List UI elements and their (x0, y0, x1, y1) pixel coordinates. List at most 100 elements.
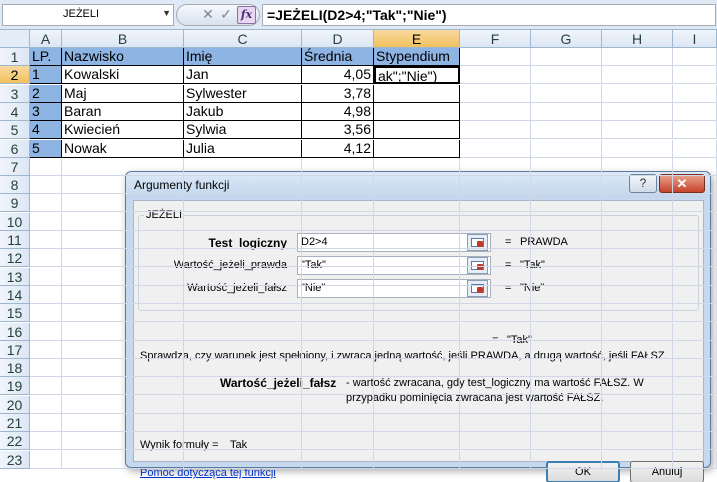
cell[interactable] (184, 359, 302, 378)
cell[interactable] (302, 322, 374, 341)
column-header-b[interactable]: B (62, 30, 184, 48)
cell[interactable] (673, 340, 717, 359)
cell[interactable] (302, 432, 374, 451)
table-cell[interactable]: 2 (30, 84, 62, 103)
cell[interactable] (673, 249, 717, 268)
cell[interactable] (460, 304, 531, 323)
cell[interactable] (460, 414, 531, 432)
cell[interactable] (602, 84, 673, 103)
row-header-8[interactable]: 8 (0, 176, 30, 195)
cell[interactable] (531, 84, 602, 103)
column-header-i[interactable]: I (673, 30, 717, 48)
cell[interactable] (460, 285, 531, 304)
cell[interactable] (531, 414, 602, 432)
table-cell[interactable]: 1 (30, 66, 62, 85)
cell[interactable] (460, 432, 531, 451)
cell[interactable] (302, 450, 374, 469)
cell[interactable] (62, 450, 184, 469)
cell[interactable] (62, 157, 184, 176)
cell[interactable] (673, 304, 717, 323)
cell[interactable] (30, 212, 62, 231)
cell[interactable] (374, 249, 460, 268)
cell[interactable] (302, 414, 374, 432)
cell[interactable] (374, 414, 460, 432)
cell[interactable] (30, 322, 62, 341)
cell[interactable] (602, 102, 673, 121)
cell[interactable] (62, 194, 184, 213)
table-cell[interactable]: Nowak (62, 139, 184, 158)
name-box[interactable]: JEŻELI ▼ (2, 4, 174, 26)
row-header-9[interactable]: 9 (0, 194, 30, 213)
cell[interactable] (374, 432, 460, 451)
cell[interactable] (531, 322, 602, 341)
table-cell[interactable] (374, 121, 460, 140)
table-header-cell[interactable]: LP. (30, 48, 62, 66)
cell[interactable] (460, 340, 531, 359)
cell[interactable] (531, 377, 602, 396)
cell[interactable] (460, 176, 531, 195)
cell[interactable] (602, 267, 673, 286)
column-header-d[interactable]: D (302, 30, 374, 48)
cell[interactable] (531, 139, 602, 158)
cell[interactable] (374, 377, 460, 396)
column-header-g[interactable]: G (531, 30, 602, 48)
cell[interactable] (673, 322, 717, 341)
row-header-16[interactable]: 16 (0, 322, 30, 341)
table-cell[interactable]: 3,56 (302, 121, 374, 140)
cell[interactable] (184, 340, 302, 359)
cell[interactable] (602, 157, 673, 176)
column-header-f[interactable]: F (460, 30, 531, 48)
cell[interactable] (374, 231, 460, 249)
column-header-a[interactable]: A (30, 30, 62, 48)
cell[interactable] (460, 139, 531, 158)
cell[interactable] (374, 157, 460, 176)
row-header-10[interactable]: 10 (0, 212, 30, 231)
cell[interactable] (30, 231, 62, 249)
cell[interactable] (460, 66, 531, 85)
cell[interactable] (531, 304, 602, 323)
cell[interactable] (374, 212, 460, 231)
table-cell[interactable]: 4,05 (302, 66, 374, 85)
cell[interactable] (602, 66, 673, 85)
cell[interactable] (302, 359, 374, 378)
cell[interactable] (602, 48, 673, 66)
cell[interactable] (602, 212, 673, 231)
cell[interactable] (62, 322, 184, 341)
cell[interactable] (673, 102, 717, 121)
cell[interactable] (460, 322, 531, 341)
cell[interactable] (531, 48, 602, 66)
cell[interactable] (184, 395, 302, 414)
column-header-e[interactable]: E (374, 30, 460, 48)
cell[interactable] (460, 267, 531, 286)
cell[interactable] (62, 231, 184, 249)
cell[interactable] (302, 231, 374, 249)
cell[interactable] (302, 157, 374, 176)
cell[interactable] (374, 395, 460, 414)
cell[interactable] (602, 395, 673, 414)
cell[interactable] (673, 139, 717, 158)
cell[interactable] (602, 231, 673, 249)
row-header-5[interactable]: 5 (0, 121, 30, 140)
row-header-2[interactable]: 2 (0, 66, 30, 85)
row-header-7[interactable]: 7 (0, 157, 30, 176)
cell[interactable] (460, 377, 531, 396)
cell[interactable] (302, 212, 374, 231)
cell[interactable] (30, 267, 62, 286)
cell[interactable] (30, 194, 62, 213)
insert-function-icon[interactable]: fx (237, 6, 256, 24)
cell[interactable] (673, 414, 717, 432)
row-header-1[interactable]: 1 (0, 48, 30, 66)
table-header-cell[interactable]: Imię (184, 48, 302, 66)
cell[interactable] (460, 157, 531, 176)
cell[interactable] (531, 267, 602, 286)
column-header-h[interactable]: H (602, 30, 673, 48)
cell[interactable] (460, 48, 531, 66)
cell[interactable] (673, 359, 717, 378)
cell[interactable] (184, 194, 302, 213)
select-all-corner[interactable] (0, 30, 30, 48)
cell[interactable] (302, 377, 374, 396)
cell[interactable] (531, 157, 602, 176)
cell[interactable] (673, 212, 717, 231)
cell[interactable] (602, 322, 673, 341)
cell[interactable] (531, 231, 602, 249)
